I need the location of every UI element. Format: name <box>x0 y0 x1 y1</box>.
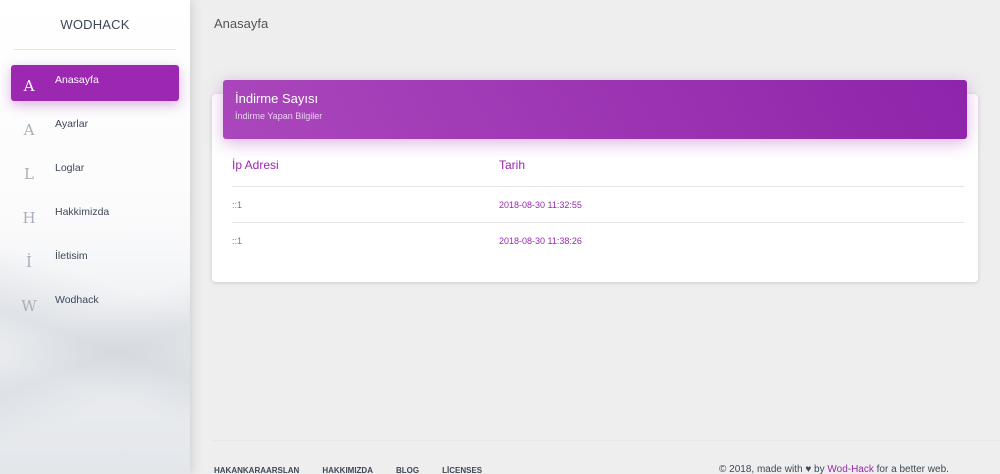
downloads-table: İp Adresi Tarih ::1 2018-08-30 11:32:55 … <box>232 158 964 259</box>
card-subtitle: İndirme Yapan Bilgiler <box>235 111 323 121</box>
sidebar-item-label: Loglar <box>55 162 85 174</box>
footer-links: HAKANKARAARSLAN HAKKIMIZDA BLOG LİCENSES <box>214 466 505 474</box>
footer-link-author[interactable]: HAKANKARAARSLAN <box>214 466 299 474</box>
table-row: ::1 2018-08-30 11:32:55 <box>232 187 964 223</box>
sidebar: WODHACK A Anasayfa A Ayarlar L Loglar H … <box>0 0 190 474</box>
column-header-date: Tarih <box>499 158 526 172</box>
letter-a-icon: A <box>23 121 35 139</box>
sidebar-item-anasayfa[interactable]: A Anasayfa <box>11 65 179 101</box>
sidebar-item-loglar[interactable]: L Loglar <box>11 153 179 189</box>
downloads-card: İndirme Sayısı İndirme Yapan Bilgiler İp… <box>212 80 978 282</box>
sidebar-item-label: Ayarlar <box>55 118 89 130</box>
table-row: ::1 2018-08-30 11:38:26 <box>232 223 964 259</box>
column-header-ip: İp Adresi <box>232 158 279 172</box>
letter-a-icon: A <box>23 77 35 95</box>
footer-link-about[interactable]: HAKKIMIZDA <box>322 466 373 474</box>
date-cell: 2018-08-30 11:32:55 <box>499 199 582 210</box>
copyright-by: by <box>814 464 825 474</box>
page-title[interactable]: Anasayfa <box>214 16 268 31</box>
date-cell: 2018-08-30 11:38:26 <box>499 236 582 246</box>
ip-cell: ::1 <box>232 199 243 210</box>
heart-icon: ♥ <box>805 464 812 474</box>
letter-w-icon: W <box>21 297 37 315</box>
copyright: © 2018, made with ♥ by Wod-Hack for a be… <box>719 464 949 474</box>
sidebar-item-label: Wodhack <box>55 294 99 306</box>
sidebar-item-label: Anasayfa <box>55 74 99 86</box>
sidebar-item-ayarlar[interactable]: A Ayarlar <box>11 109 179 145</box>
footer-link-licenses[interactable]: LİCENSES <box>442 466 482 474</box>
letter-h-icon: H <box>22 209 36 227</box>
card-header: İndirme Sayısı İndirme Yapan Bilgiler <box>223 80 967 139</box>
sidebar-item-iletisim[interactable]: İ İletisim <box>11 241 179 277</box>
copyright-suffix: for a better web. <box>876 464 949 474</box>
sidebar-item-wodhack[interactable]: W Wodhack <box>11 285 179 321</box>
letter-l-icon: L <box>24 165 34 183</box>
card-title: İndirme Sayısı <box>235 91 319 106</box>
table-header: İp Adresi Tarih <box>232 158 964 187</box>
sidebar-nav: A Anasayfa A Ayarlar L Loglar H Hakkimiz… <box>0 65 190 321</box>
sidebar-item-label: Hakkimizda <box>55 206 110 218</box>
footer-link-blog[interactable]: BLOG <box>396 466 419 474</box>
sidebar-item-label: İletisim <box>55 250 88 262</box>
sidebar-item-hakkimizda[interactable]: H Hakkimizda <box>11 197 179 233</box>
copyright-prefix: © 2018, made with <box>719 464 803 474</box>
letter-i-icon: İ <box>26 253 32 271</box>
footer: HAKANKARAARSLAN HAKKIMIZDA BLOG LİCENSES… <box>212 440 1000 474</box>
copyright-brand-link[interactable]: Wod-Hack <box>827 464 874 474</box>
sidebar-brand[interactable]: WODHACK <box>14 0 176 50</box>
ip-cell: ::1 <box>232 236 243 246</box>
